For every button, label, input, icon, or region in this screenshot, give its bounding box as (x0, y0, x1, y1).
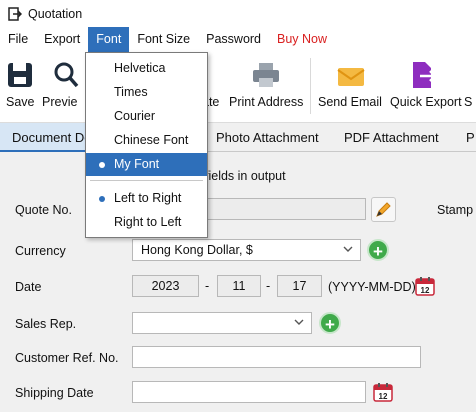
envelope-icon (337, 68, 365, 86)
date-year-field[interactable]: 2023 (132, 275, 199, 297)
direction-option-label: Right to Left (114, 215, 182, 229)
send-email-label: Send Email (318, 95, 382, 109)
font-option-courier[interactable]: Courier (86, 105, 207, 128)
window-title: Quotation (28, 6, 83, 21)
menu-export[interactable]: Export (36, 27, 88, 52)
tab-document-details[interactable]: Document De (0, 123, 91, 152)
direction-option-ltr[interactable]: Left to Right (86, 187, 207, 210)
chevron-down-icon (294, 319, 304, 325)
date-format-hint: (YYYY-MM-DD) (328, 280, 416, 294)
save-button[interactable]: Save (0, 52, 38, 122)
font-option-label: My Font (114, 157, 160, 171)
date-month-field[interactable]: 11 (217, 275, 261, 297)
stamp-label: Stamp (437, 203, 474, 217)
chevron-down-icon (343, 246, 353, 252)
date-label: Date (15, 280, 42, 294)
tab-pdf-attachment[interactable]: PDF Attachment (344, 123, 439, 152)
calendar-icon[interactable]: 12 (372, 381, 394, 403)
menu-bar: File Export Font Font Size Password Buy … (0, 27, 476, 52)
font-option-label: Helvetica (114, 61, 166, 75)
add-currency-button[interactable]: + (367, 239, 389, 261)
direction-option-label: Left to Right (114, 191, 182, 205)
truncated-tool-label: S (464, 95, 473, 109)
customer-ref-label: Customer Ref. No. (15, 351, 119, 365)
sales-rep-select[interactable] (132, 312, 312, 334)
preview-button[interactable]: Previe (38, 52, 86, 122)
menu-font-size[interactable]: Font Size (129, 27, 198, 52)
tab-more[interactable]: P (466, 123, 475, 152)
menu-buy-now[interactable]: Buy Now (269, 27, 335, 52)
shipping-date-label: Shipping Date (15, 386, 94, 400)
print-address-button[interactable]: Print Address (226, 52, 306, 122)
quick-export-label: Quick Export (390, 95, 462, 109)
export-document-icon (413, 62, 437, 88)
font-option-label: Times (114, 85, 148, 99)
date-day-field[interactable]: 17 (277, 275, 322, 297)
menu-file[interactable]: File (0, 27, 36, 52)
floppy-disk-icon (8, 63, 32, 87)
customer-ref-field[interactable] (132, 346, 421, 368)
toolbar: Save Previe ate Print Address Send Email… (0, 52, 476, 122)
add-sales-rep-button[interactable]: + (319, 312, 341, 334)
quote-no-label: Quote No. (15, 203, 72, 217)
font-option-my-font[interactable]: My Font (86, 153, 207, 176)
direction-option-rtl[interactable]: Right to Left (86, 211, 207, 234)
font-option-label: Chinese Font (114, 133, 189, 147)
quick-export-button[interactable]: Quick Export (388, 52, 462, 122)
tab-bar: Document De Photo Attachment PDF Attachm… (0, 122, 476, 152)
toolbar-separator (310, 58, 311, 114)
send-email-button[interactable]: Send Email (316, 52, 386, 122)
printer-icon (253, 63, 279, 87)
font-option-times[interactable]: Times (86, 81, 207, 104)
pencil-icon (376, 202, 391, 217)
font-option-helvetica[interactable]: Helvetica (86, 57, 207, 80)
preview-label: Previe (42, 95, 78, 109)
show-fields-text[interactable]: fields in output (205, 169, 286, 183)
truncated-tool-button[interactable]: S (462, 52, 476, 122)
menu-font[interactable]: Font (88, 27, 130, 52)
selected-radio-dot-icon (99, 162, 105, 168)
currency-select[interactable]: Hong Kong Dollar, $ (132, 239, 361, 261)
exit-door-icon (8, 6, 22, 21)
calendar-day-text: 12 (379, 392, 388, 401)
title-bar: Quotation (0, 0, 476, 27)
menu-separator (90, 180, 203, 181)
selected-radio-dot-icon (99, 196, 105, 202)
document-details-panel: fields in output Quote No. -10003 Stamp … (0, 152, 476, 412)
calendar-day-text: 12 (421, 286, 430, 295)
calendar-icon[interactable]: 12 (414, 275, 436, 297)
magnifier-icon (54, 62, 79, 88)
tab-photo-attachment[interactable]: Photo Attachment (216, 123, 319, 152)
font-option-label: Courier (114, 109, 155, 123)
sales-rep-label: Sales Rep. (15, 317, 77, 331)
date-separator: - (266, 279, 271, 293)
edit-quote-no-button[interactable] (371, 197, 396, 222)
font-dropdown-menu: Helvetica Times Courier Chinese Font My … (85, 52, 208, 238)
font-option-chinese-font[interactable]: Chinese Font (86, 129, 207, 152)
menu-password[interactable]: Password (198, 27, 269, 52)
date-separator: - (205, 279, 210, 293)
shipping-date-field[interactable] (132, 381, 366, 403)
save-label: Save (6, 95, 35, 109)
currency-label: Currency (15, 244, 66, 258)
print-address-label: Print Address (229, 95, 304, 109)
currency-value: Hong Kong Dollar, $ (141, 243, 253, 257)
